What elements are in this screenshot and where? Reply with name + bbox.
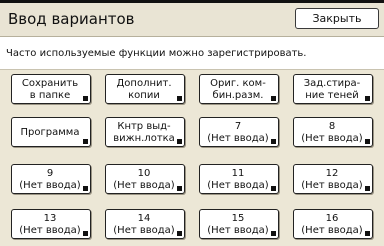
function-button[interactable]: Ориг. ком-бин.разм. <box>199 74 279 104</box>
function-button-label: 8 (Нет ввода) <box>301 121 363 144</box>
function-button-label: Кнтр выд-вижн.лотка <box>113 121 175 144</box>
function-button[interactable]: Сохранить в папке <box>11 74 91 104</box>
corner-marker-icon <box>83 139 88 144</box>
function-button-grid: Сохранить в папке Дополнит. копии Ориг. ко… <box>0 69 384 246</box>
corner-marker-icon <box>365 186 370 191</box>
header-bar: Ввод вариантов Закрыть <box>0 3 384 37</box>
function-button-label: Дополнит. копии <box>116 78 172 101</box>
function-button[interactable]: Программа <box>11 117 91 147</box>
corner-marker-icon <box>271 96 276 101</box>
function-button-label: 10 (Нет ввода) <box>113 168 175 191</box>
function-button[interactable]: 9 (Нет ввода) <box>11 164 91 194</box>
function-button[interactable]: Кнтр выд-вижн.лотка <box>105 117 185 147</box>
corner-marker-icon <box>83 96 88 101</box>
function-button[interactable]: 7 (Нет ввода) <box>199 117 279 147</box>
corner-marker-icon <box>83 231 88 236</box>
function-button[interactable]: 14 (Нет ввода) <box>105 209 185 239</box>
function-button-label: 14 (Нет ввода) <box>113 213 175 236</box>
function-button[interactable]: Дополнит. копии <box>105 74 185 104</box>
corner-marker-icon <box>177 96 182 101</box>
corner-marker-icon <box>365 231 370 236</box>
function-button[interactable]: 16 (Нет ввода) <box>293 209 373 239</box>
function-button-label: Ориг. ком-бин.разм. <box>210 78 266 101</box>
corner-marker-icon <box>271 186 276 191</box>
function-button-label: Сохранить в папке <box>21 78 79 101</box>
function-button-label: 7 (Нет ввода) <box>207 121 269 144</box>
corner-marker-icon <box>271 139 276 144</box>
hint-text: Часто используемые функции можно зарегис… <box>6 48 307 59</box>
function-button[interactable]: 10 (Нет ввода) <box>105 164 185 194</box>
function-button-label: 13 (Нет ввода) <box>19 213 81 236</box>
option-entry-screen: Ввод вариантов Закрыть Часто используемы… <box>0 0 384 246</box>
corner-marker-icon <box>271 231 276 236</box>
corner-marker-icon <box>83 186 88 191</box>
page-title: Ввод вариантов <box>8 10 135 28</box>
function-button-label: 9 (Нет ввода) <box>19 168 81 191</box>
function-button[interactable]: Зад.стира-ние теней <box>293 74 373 104</box>
function-button-label: 15 (Нет ввода) <box>207 213 269 236</box>
function-button-label: 16 (Нет ввода) <box>301 213 363 236</box>
corner-marker-icon <box>365 96 370 101</box>
function-button[interactable]: 15 (Нет ввода) <box>199 209 279 239</box>
corner-marker-icon <box>177 231 182 236</box>
function-button-label: Программа <box>20 127 80 138</box>
function-button-label: 11 (Нет ввода) <box>207 168 269 191</box>
corner-marker-icon <box>177 139 182 144</box>
corner-marker-icon <box>177 186 182 191</box>
function-button[interactable]: 12 (Нет ввода) <box>293 164 373 194</box>
corner-marker-icon <box>365 139 370 144</box>
function-button[interactable]: 8 (Нет ввода) <box>293 117 373 147</box>
function-button[interactable]: 11 (Нет ввода) <box>199 164 279 194</box>
close-button[interactable]: Закрыть <box>295 8 379 29</box>
function-button[interactable]: 13 (Нет ввода) <box>11 209 91 239</box>
function-button-label: 12 (Нет ввода) <box>301 168 363 191</box>
function-button-label: Зад.стира-ние теней <box>303 78 361 101</box>
